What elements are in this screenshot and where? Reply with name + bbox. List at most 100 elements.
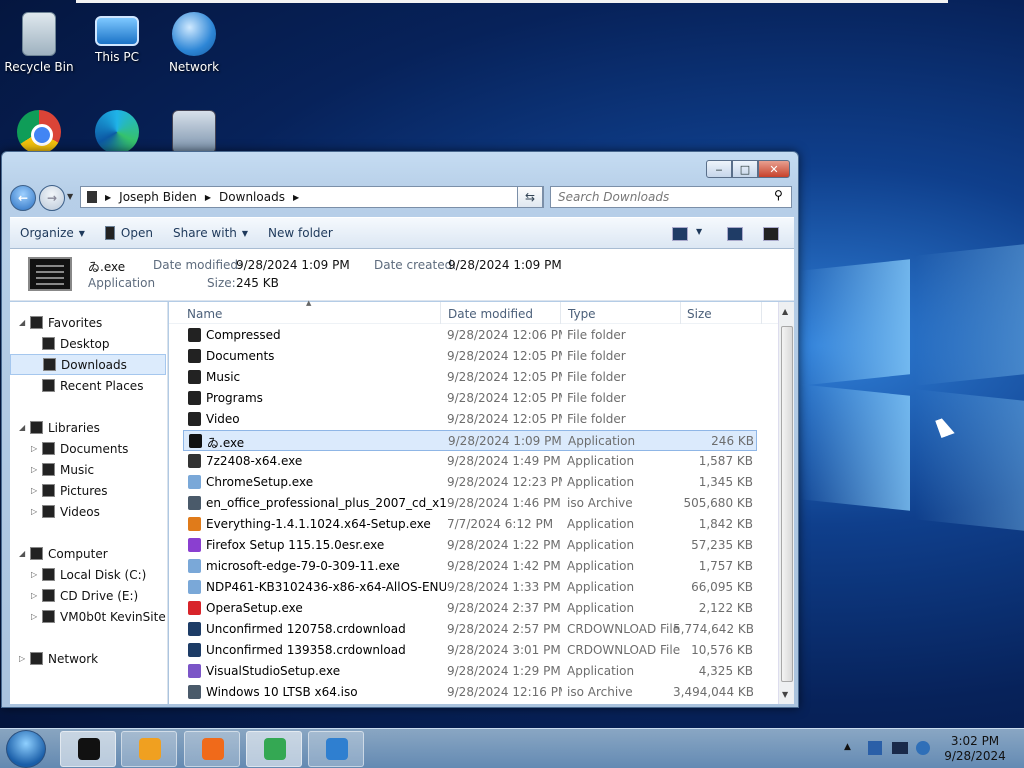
nav-item[interactable]: Desktop	[10, 333, 166, 354]
column-divider[interactable]	[440, 302, 441, 324]
desktop-icon-setup[interactable]	[156, 104, 232, 158]
nav-item-label: Downloads	[61, 357, 127, 372]
table-row[interactable]: Compressed 9/28/2024 12:06 PM File folder	[183, 325, 757, 346]
table-row[interactable]: Everything-1.4.1.1024.x64-Setup.exe 7/7/2…	[183, 514, 757, 535]
preview-pane-button[interactable]	[727, 227, 743, 241]
nav-item[interactable]: ▷ Local Disk (C:)	[10, 564, 166, 585]
table-row[interactable]: ゐ.exe 9/28/2024 1:09 PM Application 246 KB	[183, 430, 757, 451]
column-type[interactable]: Type	[568, 307, 596, 321]
tree-expander-icon[interactable]: ◢	[19, 423, 25, 432]
network-tray-icon[interactable]	[868, 741, 882, 755]
table-row[interactable]: Documents 9/28/2024 12:05 PM File folder	[183, 346, 757, 367]
table-row[interactable]: Programs 9/28/2024 12:05 PM File folder	[183, 388, 757, 409]
nav-item[interactable]: ▷ CD Drive (E:)	[10, 585, 166, 606]
breadcrumb-segment[interactable]: Downloads	[219, 190, 285, 204]
tree-expander-icon[interactable]: ▷	[31, 612, 37, 621]
maximize-button[interactable]: □	[732, 160, 758, 178]
tree-expander-icon[interactable]: ▷	[31, 486, 37, 495]
close-button[interactable]: ✕	[758, 160, 790, 178]
table-row[interactable]: Video 9/28/2024 12:05 PM File folder	[183, 409, 757, 430]
refresh-button[interactable]: ⇆	[517, 186, 543, 208]
new-folder-button[interactable]: New folder	[258, 221, 343, 245]
recent-pages-dropdown[interactable]: ▼	[67, 192, 73, 201]
column-date-modified[interactable]: Date modified	[448, 307, 533, 321]
scroll-up-arrow[interactable]: ▲	[782, 307, 788, 316]
start-button[interactable]	[6, 730, 46, 768]
column-divider[interactable]	[680, 302, 681, 324]
nav-item[interactable]: ▷ Network	[10, 648, 166, 669]
desktop-icon-this-pc[interactable]: This PC	[79, 6, 155, 64]
search-input[interactable]: Search Downloads	[550, 186, 792, 208]
nav-item[interactable]: ▷ VM0b0t KevinSite	[10, 606, 166, 627]
scroll-down-arrow[interactable]: ▼	[782, 690, 788, 699]
nav-item-label: Desktop	[60, 336, 110, 351]
open-button[interactable]: Open	[95, 221, 163, 245]
cell-type: Application	[567, 454, 635, 468]
chevron-right-icon: ▶	[204, 192, 212, 202]
column-name[interactable]: Name	[187, 307, 222, 321]
taskbar-button[interactable]	[246, 731, 302, 767]
cell-date: 9/28/2024 1:49 PM	[447, 454, 561, 468]
organize-button[interactable]: Organize ▼	[10, 221, 95, 245]
table-row[interactable]: Windows 10 LTSB x64.iso 9/28/2024 12:16 P…	[183, 682, 757, 703]
nav-item[interactable]: ◢ Libraries	[10, 417, 166, 438]
cell-name: Unconfirmed 139358.crdownload	[206, 643, 406, 657]
column-divider[interactable]	[761, 302, 762, 324]
vertical-scrollbar[interactable]: ▲ ▼	[778, 302, 794, 704]
table-row[interactable]: Unconfirmed 139358.crdownload 9/28/2024 3…	[183, 640, 757, 661]
cell-name: Compressed	[206, 328, 281, 342]
minimize-button[interactable]: ‒	[706, 160, 732, 178]
back-button[interactable]: ←	[10, 185, 36, 211]
desktop-icon-chrome[interactable]	[1, 104, 77, 158]
table-row[interactable]: OperaSetup.exe 9/28/2024 2:37 PM Applicati…	[183, 598, 757, 619]
table-row[interactable]: Music 9/28/2024 12:05 PM File folder	[183, 367, 757, 388]
table-row[interactable]: ChromeSetup.exe 9/28/2024 12:23 PM Applica…	[183, 472, 757, 493]
table-row[interactable]: 7z2408-x64.exe 9/28/2024 1:49 PM Applicati…	[183, 451, 757, 472]
forward-button[interactable]: →	[39, 185, 65, 211]
tree-expander-icon[interactable]: ▷	[31, 591, 37, 600]
table-row[interactable]: NDP461-KB3102436-x86-x64-AllOS-ENU.... 9/…	[183, 577, 757, 598]
clock[interactable]: 3:02 PM 9/28/2024	[940, 734, 1010, 764]
desktop-icon-edge[interactable]	[79, 104, 155, 158]
share-with-button[interactable]: Share with ▼	[163, 221, 258, 245]
address-bar[interactable]: ▶ Joseph Biden ▶ Downloads ▶ ▼	[80, 186, 544, 208]
tree-expander-icon[interactable]: ▷	[19, 654, 25, 663]
tree-expander-icon[interactable]: ◢	[19, 318, 25, 327]
taskbar-button[interactable]	[121, 731, 177, 767]
desktop-icon-recycle-bin[interactable]: Recycle Bin	[1, 6, 77, 74]
nav-item[interactable]: ▷ Pictures	[10, 480, 166, 501]
chevron-down-icon[interactable]: ▼	[696, 227, 702, 236]
taskbar-button[interactable]	[184, 731, 240, 767]
nav-item[interactable]: Downloads	[10, 354, 166, 375]
table-row[interactable]: Unconfirmed 120758.crdownload 9/28/2024 2…	[183, 619, 757, 640]
nav-item[interactable]: Recent Places	[10, 375, 166, 396]
table-row[interactable]: microsoft-edge-79-0-309-11.exe 9/28/2024 …	[183, 556, 757, 577]
taskbar-button[interactable]	[60, 731, 116, 767]
nav-item[interactable]: ▷ Music	[10, 459, 166, 480]
table-row[interactable]: VisualStudioSetup.exe 9/28/2024 1:29 PM Ap…	[183, 661, 757, 682]
nav-item[interactable]: ▷ Documents	[10, 438, 166, 459]
tree-expander-icon[interactable]: ◢	[19, 549, 25, 558]
desktop-icon-network[interactable]: Network	[156, 6, 232, 74]
table-row[interactable]: en_office_professional_plus_2007_cd_x12.…	[183, 493, 757, 514]
scrollbar-thumb[interactable]	[781, 326, 793, 682]
tree-expander-icon[interactable]: ▷	[31, 465, 37, 474]
tree-expander-icon[interactable]: ▷	[31, 507, 37, 516]
help-button[interactable]	[763, 227, 779, 241]
change-view-button[interactable]	[672, 227, 688, 241]
taskbar-button[interactable]	[308, 731, 364, 767]
folder-icon	[30, 421, 43, 434]
table-row[interactable]: Firefox Setup 115.15.0esr.exe 9/28/2024 1…	[183, 535, 757, 556]
nav-item[interactable]: ▷ Videos	[10, 501, 166, 522]
column-size[interactable]: Size	[687, 307, 712, 321]
nav-item[interactable]: ◢ Computer	[10, 543, 166, 564]
nav-item[interactable]: ◢ Favorites	[10, 312, 166, 333]
tree-expander-icon[interactable]: ▷	[31, 570, 37, 579]
tree-expander-icon[interactable]: ▷	[31, 444, 37, 453]
details-pane: ゐ.exe Application Date modified: 9/28/20…	[10, 249, 794, 301]
show-hidden-icons-button[interactable]: ▲	[844, 742, 851, 752]
column-divider[interactable]	[560, 302, 561, 324]
display-tray-icon[interactable]	[892, 742, 908, 754]
breadcrumb-segment[interactable]: Joseph Biden	[119, 190, 197, 204]
volume-tray-icon[interactable]	[916, 741, 930, 755]
